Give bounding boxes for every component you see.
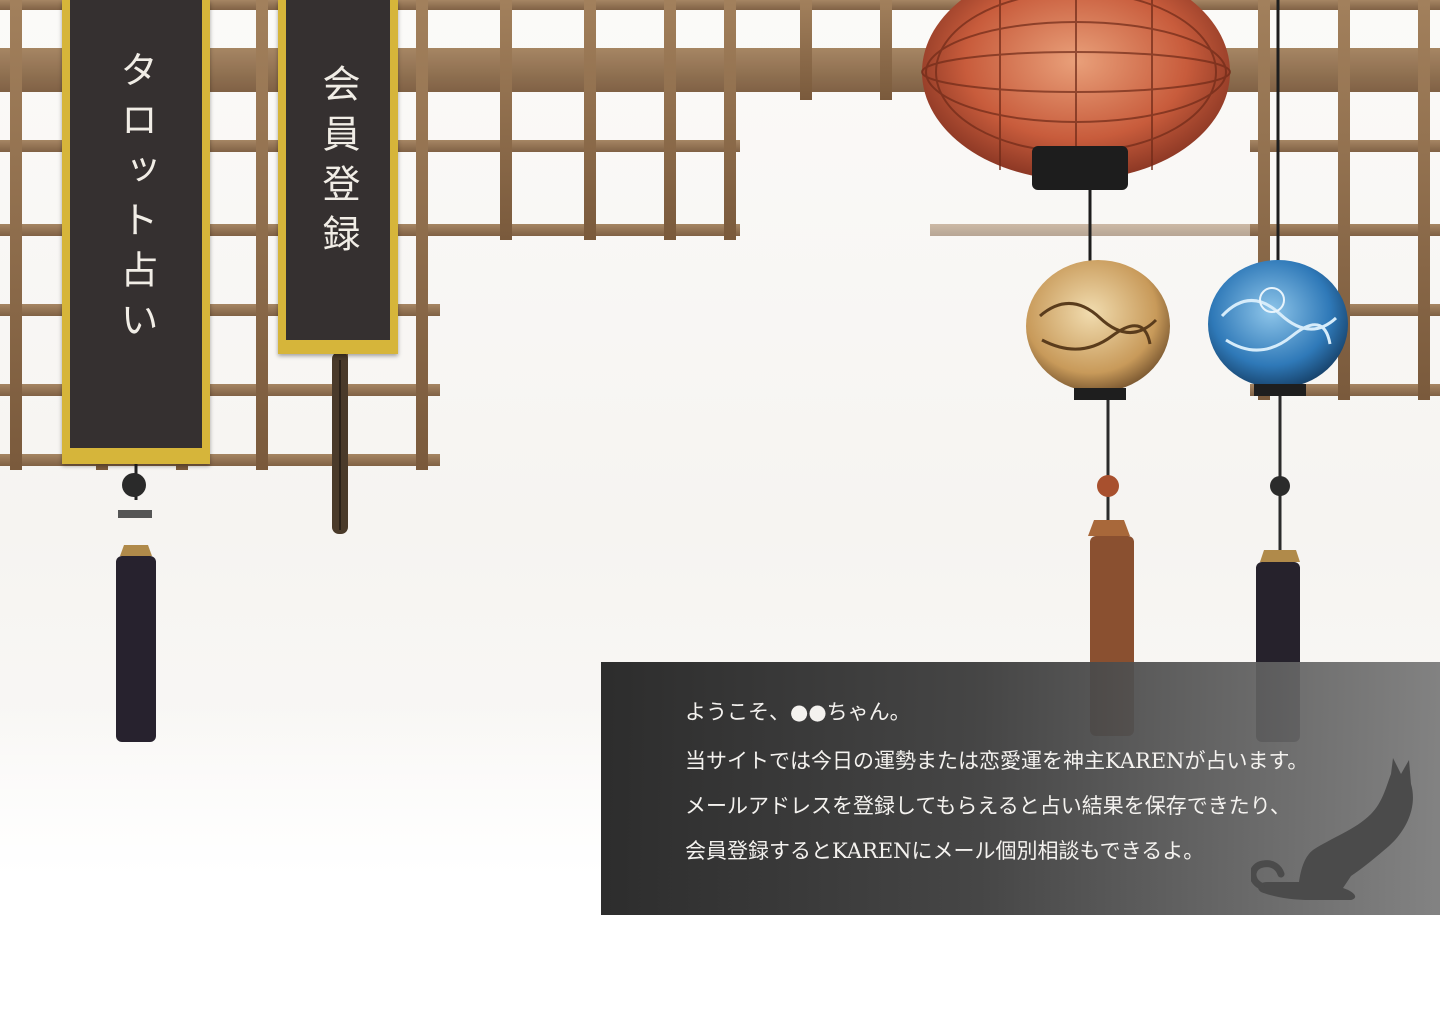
welcome-greeting: ようこそ、●●ちゃん。 bbox=[685, 700, 911, 724]
page: タロット占い 会員登録 ようこそ、●●ちゃん。 当サイトでは今日の運勢または恋愛… bbox=[0, 0, 1440, 1024]
stretching-cat-icon bbox=[1251, 758, 1413, 900]
welcome-panel: ようこそ、●●ちゃん。 当サイトでは今日の運勢または恋愛運を神主KARENが占い… bbox=[601, 662, 1440, 915]
nav-tarot-label: タロット占い bbox=[114, 50, 158, 350]
nav-member-register-button[interactable]: 会員登録 bbox=[278, 0, 398, 354]
nav-tarot-panel: タロット占い bbox=[70, 0, 202, 448]
nav-member-label: 会員登録 bbox=[316, 64, 360, 264]
left-tassel bbox=[116, 462, 156, 742]
nav-tarot-button[interactable]: タロット占い bbox=[62, 0, 210, 464]
nav-member-panel: 会員登録 bbox=[286, 0, 390, 340]
